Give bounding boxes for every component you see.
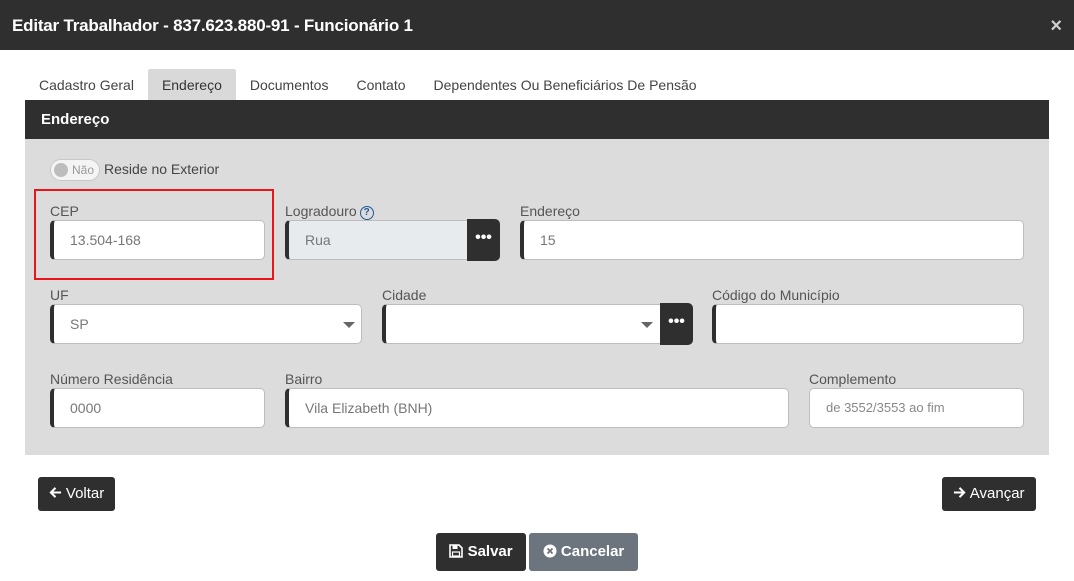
toggle-knob [54, 163, 68, 177]
avancar-button[interactable]: Avançar [942, 477, 1036, 511]
dialog-title: Editar Trabalhador - 837.623.880-91 - Fu… [12, 16, 413, 35]
logradouro-field: Rua [285, 220, 470, 260]
toggle-state-label: Não [72, 163, 95, 177]
section-title: Endereço [41, 111, 110, 128]
endereco-value: 15 [540, 232, 556, 248]
tab-cadastro-geral[interactable]: Cadastro Geral [25, 69, 148, 100]
bairro-field[interactable]: Vila Elizabeth (BNH) [285, 388, 789, 428]
voltar-button[interactable]: Voltar [38, 477, 115, 511]
uf-chevron-down-icon [343, 322, 355, 328]
logradouro-label: Logradouro? [285, 203, 374, 220]
cidade-search-button[interactable]: ••• [660, 303, 693, 345]
avancar-label: Avançar [969, 485, 1025, 502]
cancelar-button[interactable]: Cancelar [529, 533, 638, 571]
cidade-select[interactable] [382, 304, 664, 344]
cidade-label: Cidade [382, 287, 427, 303]
logradouro-value: Rua [305, 232, 331, 248]
x-circle-icon [543, 544, 557, 558]
complemento-label: Complemento [809, 371, 897, 387]
logradouro-search-button[interactable]: ••• [467, 219, 500, 261]
help-icon[interactable]: ? [359, 206, 374, 220]
reside-exterior-toggle[interactable]: Não [50, 159, 100, 181]
dialog-titlebar: Editar Trabalhador - 837.623.880-91 - Fu… [0, 0, 1074, 50]
reside-exterior-label: Reside no Exterior [104, 161, 220, 177]
salvar-label: Salvar [467, 543, 513, 560]
section-header: Endereço [25, 100, 1049, 139]
complemento-placeholder: de 3552/3553 ao fim [826, 400, 945, 415]
voltar-label: Voltar [65, 485, 105, 502]
tab-bar: Cadastro Geral Endereço Documentos Conta… [25, 69, 711, 100]
codigo-municipio-label: Código do Município [712, 287, 840, 303]
tab-contato[interactable]: Contato [342, 69, 419, 100]
uf-value: SP [70, 316, 89, 332]
endereco-field[interactable]: 15 [520, 220, 1024, 260]
arrow-right-icon [954, 487, 967, 498]
uf-select[interactable]: SP [50, 304, 362, 344]
numero-residencia-value: 0000 [70, 400, 102, 416]
numero-residencia-label: Número Residência [50, 371, 173, 387]
logradouro-label-text: Logradouro [285, 203, 357, 219]
complemento-field[interactable]: de 3552/3553 ao fim [809, 388, 1024, 428]
cidade-chevron-down-icon [641, 322, 653, 328]
close-icon[interactable]: × [1050, 15, 1062, 38]
tab-endereco[interactable]: Endereço [147, 69, 236, 100]
uf-label: UF [50, 287, 69, 303]
numero-residencia-field[interactable]: 0000 [50, 388, 265, 428]
arrow-left-icon [49, 487, 61, 498]
salvar-button[interactable]: Salvar [436, 533, 526, 571]
bairro-value: Vila Elizabeth (BNH) [305, 400, 433, 416]
cep-highlight-box [34, 189, 274, 280]
cancelar-label: Cancelar [560, 543, 625, 560]
bairro-label: Bairro [285, 371, 323, 387]
tab-dependentes[interactable]: Dependentes Ou Beneficiários De Pensão [420, 69, 711, 100]
endereco-label: Endereço [520, 203, 580, 219]
tab-documentos[interactable]: Documentos [236, 69, 343, 100]
codigo-municipio-field[interactable] [712, 304, 1024, 344]
floppy-disk-icon [449, 544, 464, 558]
